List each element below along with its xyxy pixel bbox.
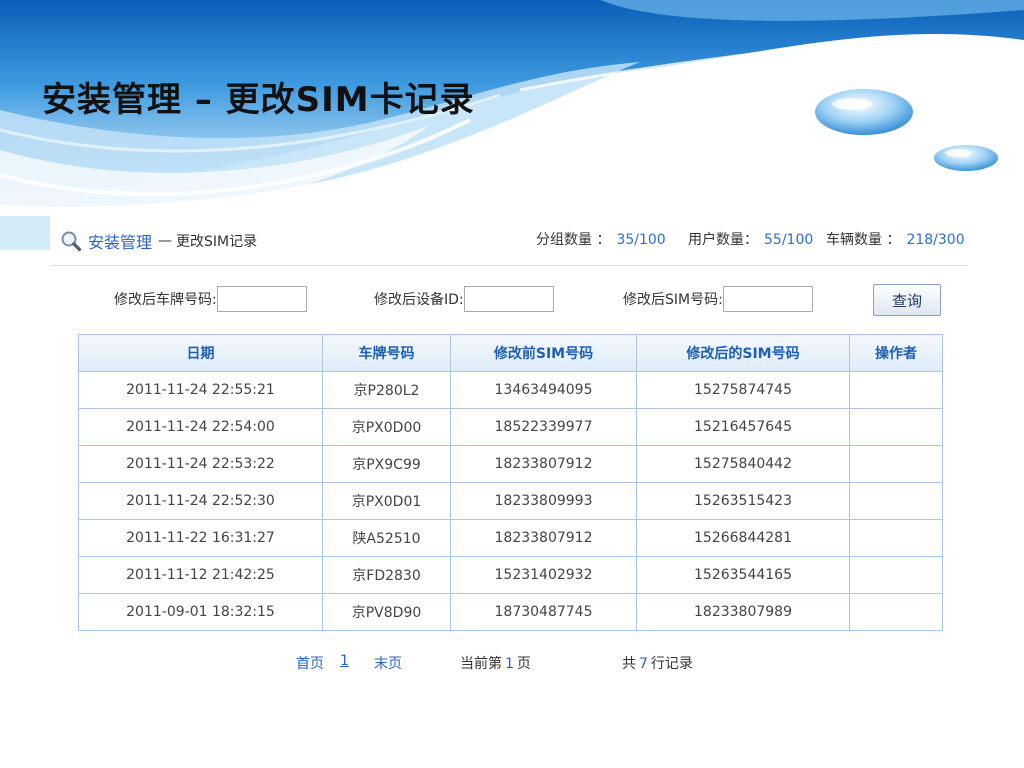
current-page-number: 1 (505, 656, 514, 672)
column-header-new-sim: 修改后的SIM号码 (636, 334, 850, 372)
cell-new-sim: 15263515423 (636, 482, 850, 520)
breadcrumb-module[interactable]: 安装管理 (88, 229, 152, 253)
cell-old-sim: 18233809993 (450, 482, 637, 520)
cell-date: 2011-11-24 22:52:30 (78, 482, 323, 520)
cell-operator (849, 593, 943, 631)
column-header-plate: 车牌号码 (322, 334, 451, 372)
cell-operator (849, 445, 943, 483)
group-count-label: 分组数量 ： (536, 232, 611, 248)
cell-date: 2011-11-24 22:55:21 (78, 371, 323, 409)
query-button[interactable]: 查询 (873, 284, 941, 316)
cell-operator (849, 519, 943, 557)
user-count-label: 用户数量： (688, 232, 758, 248)
plate-filter: 修改后车牌号码: (114, 286, 307, 312)
table-row: 2011-11-12 21:42:25 京FD2830 15231402932 … (78, 556, 943, 594)
cell-plate: 京PV8D90 (322, 593, 451, 631)
table-row: 2011-09-01 18:32:15 京PV8D90 18730487745 … (78, 593, 943, 631)
current-page-suffix: 页 (516, 656, 531, 672)
current-page-prefix: 当前第 (460, 656, 502, 672)
column-header-operator: 操作者 (849, 334, 943, 372)
device-filter: 修改后设备ID: (374, 286, 554, 312)
device-filter-label: 修改后设备ID: (374, 292, 464, 308)
table-header-row: 日期 车牌号码 修改前SIM号码 修改后的SIM号码 操作者 (78, 334, 943, 372)
total-suffix: 行记录 (650, 656, 693, 672)
cell-date: 2011-11-24 22:54:00 (78, 408, 323, 446)
cell-new-sim: 15266844281 (636, 519, 850, 557)
total-prefix: 共 (622, 656, 636, 672)
cell-old-sim: 18233807912 (450, 519, 637, 557)
cell-plate: 京FD2830 (322, 556, 451, 594)
sim-filter: 修改后SIM号码: (623, 286, 813, 312)
search-icon (61, 231, 82, 252)
vehicle-count-label: 车辆数量 ： (826, 232, 901, 248)
cell-plate: 京PX0D01 (322, 482, 451, 520)
cell-new-sim: 15275874745 (636, 371, 850, 409)
group-count-value: 35/100 (616, 232, 666, 248)
cell-old-sim: 18233807912 (450, 445, 637, 483)
cell-old-sim: 15231402932 (450, 556, 637, 594)
water-banner (0, 0, 1024, 250)
panel-header: 安装管理 — 更改SIM记录 分组数量 ： 35/100 用户数量： 55/10… (50, 217, 968, 266)
cell-date: 2011-11-12 21:42:25 (78, 556, 323, 594)
column-header-date: 日期 (78, 334, 323, 372)
breadcrumb: 安装管理 — 更改SIM记录 (60, 229, 257, 253)
cell-plate: 京P280L2 (322, 371, 451, 409)
cell-date: 2011-11-24 22:53:22 (78, 445, 323, 483)
cell-new-sim: 18233807989 (636, 593, 850, 631)
cell-operator (849, 371, 943, 409)
table-row: 2011-11-24 22:55:21 京P280L2 13463494095 … (78, 371, 943, 409)
group-count-stat: 分组数量 ： 35/100 (536, 229, 666, 249)
breadcrumb-separator: — (158, 233, 173, 249)
page-number-link[interactable]: 1 (340, 653, 349, 669)
cell-old-sim: 18522339977 (450, 408, 637, 446)
user-count-stat: 用户数量： 55/100 (688, 229, 813, 249)
cell-new-sim: 15216457645 (636, 408, 850, 446)
current-page-indicator: 当前第 1 页 (460, 653, 531, 673)
plate-input[interactable] (216, 286, 307, 312)
cell-new-sim: 15263544165 (636, 556, 850, 594)
cell-new-sim: 15275840442 (636, 445, 850, 483)
cell-date: 2011-11-22 16:31:27 (78, 519, 323, 557)
total-records-indicator: 共 7 行记录 (622, 653, 693, 673)
table-row: 2011-11-24 22:54:00 京PX0D00 18522339977 … (78, 408, 943, 446)
cell-plate: 京PX0D00 (322, 408, 451, 446)
sim-record-panel: 安装管理 — 更改SIM记录 分组数量 ： 35/100 用户数量： 55/10… (50, 217, 968, 717)
column-header-old-sim: 修改前SIM号码 (450, 334, 637, 372)
table-row: 2011-11-24 22:52:30 京PX0D01 18233809993 … (78, 482, 943, 520)
slide: 安装管理 – 更改SIM卡记录 安装管理 — 更改SIM记录 分组数量 ： 35… (0, 0, 1024, 768)
slide-title: 安装管理 – 更改SIM卡记录 (42, 80, 475, 120)
cell-operator (849, 408, 943, 446)
sim-change-table: 日期 车牌号码 修改前SIM号码 修改后的SIM号码 操作者 2011-11-2… (78, 334, 943, 631)
device-id-input[interactable] (463, 286, 554, 312)
table-row: 2011-11-24 22:53:22 京PX9C99 18233807912 … (78, 445, 943, 483)
vehicle-count-value: 218/300 (906, 232, 965, 248)
first-page-link[interactable]: 首页 (296, 653, 324, 673)
sim-number-input[interactable] (722, 286, 813, 312)
cell-old-sim: 18730487745 (450, 593, 637, 631)
total-record-count: 7 (639, 656, 648, 672)
user-count-value: 55/100 (764, 232, 814, 248)
cell-old-sim: 13463494095 (450, 371, 637, 409)
breadcrumb-page: 更改SIM记录 (176, 234, 258, 250)
cell-plate: 京PX9C99 (322, 445, 451, 483)
plate-filter-label: 修改后车牌号码: (114, 292, 217, 308)
last-page-link[interactable]: 末页 (374, 653, 402, 673)
sim-filter-label: 修改后SIM号码: (623, 292, 723, 308)
water-splash-decoration (0, 0, 1024, 250)
cell-operator (849, 556, 943, 594)
vehicle-count-stat: 车辆数量 ： 218/300 (826, 229, 965, 249)
cell-date: 2011-09-01 18:32:15 (78, 593, 323, 631)
cell-operator (849, 482, 943, 520)
table-row: 2011-11-22 16:31:27 陕A52510 18233807912 … (78, 519, 943, 557)
cell-plate: 陕A52510 (322, 519, 451, 557)
